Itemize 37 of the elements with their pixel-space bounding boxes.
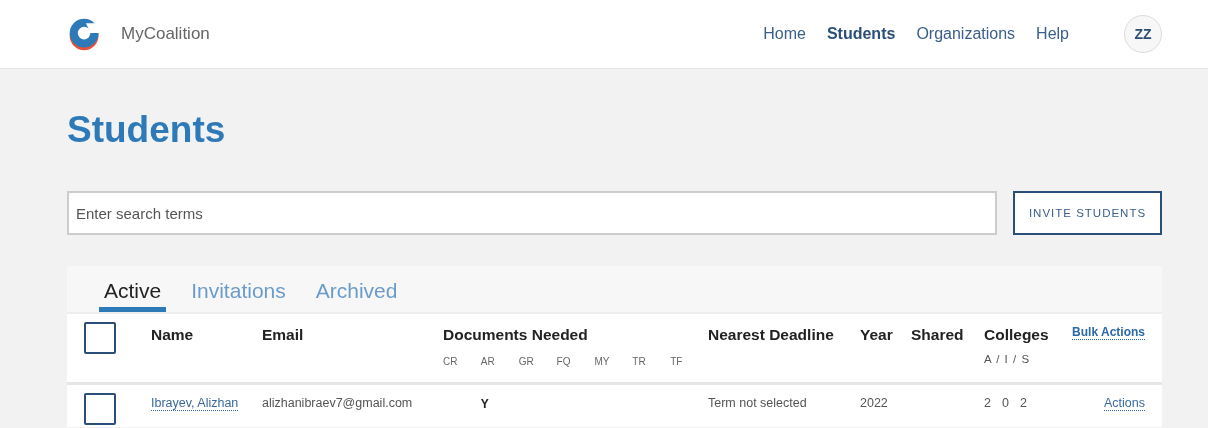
column-header: Name xyxy=(151,325,195,345)
column-header: Year xyxy=(860,325,894,345)
document-code: FQ xyxy=(556,356,572,367)
nav-link[interactable]: Organizations xyxy=(916,25,1016,43)
search-field[interactable]: Enter search terms xyxy=(67,191,997,235)
checkbox[interactable] xyxy=(84,393,116,425)
table-cell-text: 2 xyxy=(1019,395,1027,412)
table-cell-text: 2022 xyxy=(860,395,889,412)
table-cell-text: Term not selected xyxy=(708,395,808,412)
document-code: CR xyxy=(443,356,459,367)
column-header: Shared xyxy=(911,325,965,345)
invite-button[interactable]: INVITE STUDENTS xyxy=(1013,191,1162,235)
nav-link[interactable]: Help xyxy=(1036,25,1069,43)
page-title: Students xyxy=(67,109,227,151)
checkbox[interactable] xyxy=(84,322,116,354)
student-name-link[interactable]: Ibrayev, Alizhan xyxy=(151,393,239,411)
column-header: Email xyxy=(262,325,305,345)
user-avatar[interactable]: ZZ xyxy=(1124,15,1162,53)
column-header: Documents Needed xyxy=(443,325,589,344)
bulk-actions-link[interactable]: Bulk Actions xyxy=(1072,325,1145,340)
column-header: Nearest Deadline xyxy=(708,325,835,345)
brand-name[interactable]: MyCoalition xyxy=(121,24,210,44)
actions-link[interactable]: Actions xyxy=(1104,393,1145,411)
table-cell-text: alizhanibraev7@gmail.com xyxy=(262,395,414,412)
tab[interactable]: Active xyxy=(99,279,167,312)
document-code: MY xyxy=(594,356,611,367)
document-code: GR xyxy=(518,356,535,367)
column-subheader: A / I / S xyxy=(984,353,1032,365)
nav-link[interactable]: Students xyxy=(826,25,896,43)
document-code: TR xyxy=(632,356,647,367)
column-header: Colleges xyxy=(984,325,1050,344)
table-cell-text: 0 xyxy=(1001,395,1009,412)
document-code: TF xyxy=(670,356,684,367)
table-cell-text: Y xyxy=(480,397,490,413)
table-cell-text: 2 xyxy=(984,395,991,412)
nav-link[interactable]: Home xyxy=(763,25,806,43)
document-code: AR xyxy=(480,356,496,367)
